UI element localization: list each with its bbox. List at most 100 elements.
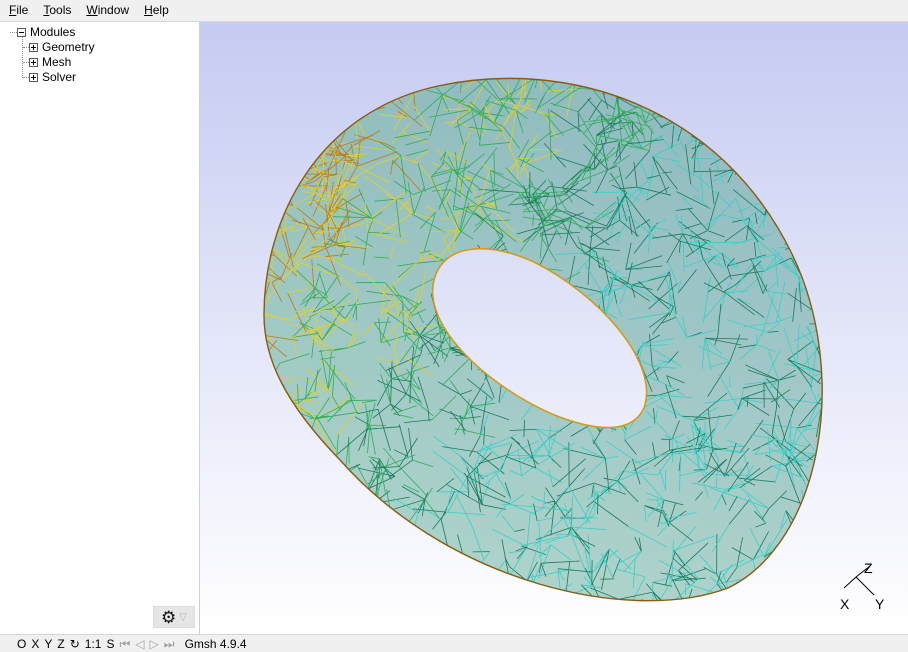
first-step-icon[interactable]: ⏮ [119, 635, 130, 652]
menu-file[interactable]: File [9, 0, 28, 21]
mesh-edge [264, 384, 285, 398]
mesh-edge [341, 507, 359, 517]
view-y-button[interactable]: Y [44, 635, 52, 652]
mesh-edge [733, 142, 750, 171]
mesh-edge [592, 386, 602, 393]
mesh-edge [595, 394, 616, 422]
mesh-edge [812, 78, 821, 93]
mesh-edge [465, 591, 483, 601]
mesh-edge [403, 621, 431, 625]
mesh-edge [264, 199, 268, 201]
mesh-edge [493, 579, 527, 583]
mesh-edge [317, 497, 331, 505]
collapse-icon[interactable] [17, 28, 26, 37]
mesh-edge [794, 146, 807, 154]
mesh-edge [779, 184, 785, 211]
scale-one-button[interactable]: 1:1 [85, 635, 102, 652]
rotate-icon[interactable]: ↻ [70, 635, 80, 652]
mesh-edge [307, 58, 317, 74]
mesh-edge [575, 325, 606, 336]
tree-item-mesh[interactable]: Mesh [29, 55, 71, 70]
mesh-edge [565, 349, 578, 362]
mesh-edge [788, 78, 799, 101]
mesh-edge [282, 78, 308, 90]
mesh-edge [299, 477, 314, 506]
mesh-edge [563, 334, 586, 336]
expand-icon[interactable] [29, 58, 38, 67]
mesh-edge [815, 453, 820, 489]
mesh-edge [380, 78, 417, 85]
expand-icon[interactable] [29, 73, 38, 82]
mesh-edge [293, 496, 296, 511]
gear-icon: ⚙ [161, 607, 177, 627]
mesh-edge [561, 366, 572, 370]
view-x-button[interactable]: X [31, 635, 39, 652]
mesh-edge [802, 551, 818, 570]
mesh-edge [674, 78, 679, 109]
mesh-edge [311, 459, 342, 484]
mesh-edge [672, 78, 676, 109]
expand-icon[interactable] [29, 43, 38, 52]
options-menu-button[interactable]: ⚙ ▽ [153, 606, 195, 628]
mesh-edge [787, 548, 806, 557]
mesh-edge [264, 98, 287, 123]
mesh-edge [277, 139, 302, 153]
mesh-edge [304, 536, 331, 556]
mesh-edge [264, 419, 282, 438]
menu-window[interactable]: Window [86, 0, 129, 21]
prev-step-icon[interactable]: ◁ [135, 635, 144, 652]
mesh-edge [560, 338, 579, 353]
mesh-edge [804, 515, 820, 521]
play-icon[interactable]: ▷ [150, 635, 159, 652]
menu-help[interactable]: Help [144, 0, 169, 21]
mesh-edge [264, 163, 271, 184]
torus-mesh-view[interactable]: Z X Y [200, 22, 908, 634]
mesh-edge [357, 525, 375, 533]
mesh-edge [569, 385, 593, 393]
mesh-edge [431, 613, 473, 621]
mesh-edge [746, 592, 775, 596]
reset-view-button[interactable]: O [17, 635, 26, 652]
mesh-edge [393, 540, 399, 558]
mesh-edge [463, 304, 497, 308]
tree-item-modules[interactable]: Modules [17, 25, 75, 40]
mesh-edge [813, 248, 823, 285]
last-step-icon[interactable]: ⏭ [164, 635, 175, 652]
mesh-edge [745, 93, 781, 108]
mesh-edge [723, 135, 739, 138]
mesh-edge [606, 338, 623, 353]
mesh-edge [710, 78, 720, 92]
mesh-edge [264, 78, 269, 95]
mesh-edge [715, 135, 728, 143]
mesh-edge [462, 259, 498, 279]
mesh-edge [825, 471, 833, 480]
mesh-edge [696, 114, 705, 135]
mesh-edge [293, 543, 319, 555]
mesh-edge [571, 358, 582, 370]
mesh-edge [375, 534, 396, 566]
mesh-edge [568, 298, 577, 336]
mesh-edge [826, 324, 832, 333]
mesh-edge [473, 294, 497, 302]
mesh-edge [293, 459, 309, 467]
scale-s-button[interactable]: S [106, 635, 114, 652]
mesh-edge [264, 441, 286, 471]
mesh-edge [368, 583, 370, 601]
graphic-window[interactable]: Z X Y [200, 22, 908, 634]
mesh-edge [828, 46, 838, 65]
mesh-edge [438, 549, 446, 576]
mesh-edge [383, 78, 395, 82]
mesh-edge [747, 114, 750, 135]
mesh-edge [489, 303, 533, 310]
mesh-edge [466, 277, 484, 289]
mesh-edge [367, 588, 392, 592]
mesh-edge [460, 554, 464, 593]
mesh-edge [565, 297, 580, 339]
tree-item-geometry[interactable]: Geometry [29, 40, 95, 55]
mesh-edge [449, 300, 464, 308]
menu-tools[interactable]: Tools [43, 0, 71, 21]
mesh-edge [556, 391, 559, 416]
tree-item-solver[interactable]: Solver [29, 70, 76, 85]
mesh-edge [392, 527, 403, 571]
view-z-button[interactable]: Z [57, 635, 64, 652]
